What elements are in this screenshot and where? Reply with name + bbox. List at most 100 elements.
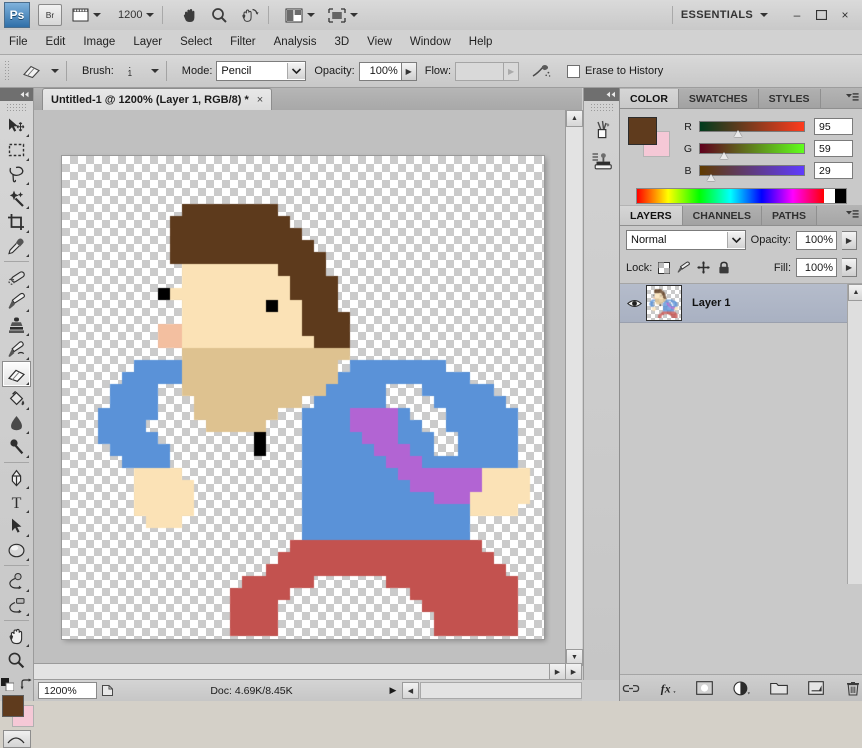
dock-collapse-button[interactable] (584, 88, 619, 101)
workspace-chevron-down-icon[interactable] (760, 13, 768, 17)
hand-flyout-arrow[interactable] (26, 644, 29, 647)
minimize-button[interactable]: – (786, 6, 808, 24)
tab-layers[interactable]: LAYERS (620, 206, 683, 225)
menu-layer[interactable]: Layer (124, 33, 171, 51)
blue-channel-value[interactable]: 29 (814, 162, 853, 179)
current-tool-preset-button[interactable] (15, 59, 47, 83)
ellipse-shape-tool[interactable] (3, 538, 30, 562)
zoom-tool[interactable] (3, 648, 30, 672)
lock-all-button[interactable] (717, 261, 730, 274)
clone-flyout-arrow[interactable] (26, 333, 29, 336)
lock-image-pixels-button[interactable] (677, 261, 690, 274)
layers-list[interactable]: Layer 1 ▲ (620, 283, 862, 584)
red-channel-slider[interactable] (699, 121, 805, 132)
add-layer-mask-button[interactable] (696, 679, 714, 697)
menu-image[interactable]: Image (74, 33, 124, 51)
swap-colors-icon[interactable] (20, 678, 33, 691)
shape-flyout-arrow[interactable] (26, 558, 29, 561)
blue-channel-thumb[interactable] (707, 174, 716, 181)
eraser-flyout-arrow[interactable] (26, 382, 29, 385)
arrange-documents-button[interactable] (282, 3, 318, 27)
layer-name[interactable]: Layer 1 (692, 297, 731, 309)
blue-channel-slider[interactable] (699, 165, 805, 176)
workspace-switcher[interactable]: ESSENTIALS (681, 9, 753, 21)
lock-position-button[interactable] (697, 261, 710, 274)
type-tool[interactable]: T (3, 490, 30, 514)
3d-camera-flyout-arrow[interactable] (26, 613, 29, 616)
white-swatch[interactable] (824, 189, 835, 203)
quick-mask-toggle[interactable] (3, 730, 31, 748)
eraser-tool[interactable] (2, 361, 31, 387)
lasso-flyout-arrow[interactable] (26, 182, 29, 185)
status-menu-button[interactable]: ▶ (386, 685, 400, 696)
blur-flyout-arrow[interactable] (26, 431, 29, 434)
document-canvas-area[interactable]: ▲ ▼ ▶ ▶ (34, 110, 582, 680)
default-colors-icon[interactable] (1, 678, 14, 691)
tab-styles[interactable]: STYLES (759, 89, 821, 108)
pen-flyout-arrow[interactable] (26, 486, 29, 489)
healing-brush-tool[interactable] (3, 265, 30, 289)
brush-preset-picker[interactable]: · 1 (118, 59, 142, 83)
menu-analysis[interactable]: Analysis (265, 33, 326, 51)
pen-tool[interactable] (3, 466, 30, 490)
artboard[interactable] (62, 156, 544, 639)
adjustment-layer-button[interactable] (733, 679, 751, 697)
3d-orbit-camera-tool[interactable] (3, 593, 30, 617)
layer-visibility-toggle[interactable] (626, 295, 642, 311)
status-scroll-left-button[interactable]: ◀ (402, 682, 419, 699)
airbrush-toggle-button[interactable] (525, 59, 557, 83)
dodge-flyout-arrow[interactable] (26, 455, 29, 458)
tool-preset-chevron-down-icon[interactable] (51, 69, 59, 73)
3d-rotate-flyout-arrow[interactable] (26, 589, 29, 592)
3d-rotate-tool[interactable] (3, 569, 30, 593)
foreground-color-swatch[interactable] (2, 695, 24, 717)
color-spectrum-ramp[interactable] (636, 188, 847, 204)
move-tool-flyout-arrow[interactable] (26, 134, 29, 137)
color-panel-foreground-swatch[interactable] (628, 117, 657, 145)
healing-flyout-arrow[interactable] (26, 285, 29, 288)
blend-mode-chevron-down-icon[interactable] (727, 232, 745, 248)
canvas-vertical-scrollbar[interactable]: ▲ ▼ (565, 110, 582, 666)
layers-panel-menu-button[interactable] (846, 209, 859, 220)
layers-scroll-up-button[interactable]: ▲ (848, 284, 862, 301)
menu-3d[interactable]: 3D (325, 33, 358, 51)
gradient-tool[interactable] (3, 387, 30, 411)
rotate-view-tool-button[interactable] (238, 3, 262, 27)
layer-opacity-slider-button[interactable]: ▶ (842, 231, 857, 250)
crop-flyout-arrow[interactable] (26, 230, 29, 233)
maximize-button[interactable] (810, 6, 832, 24)
menu-help[interactable]: Help (460, 33, 502, 51)
brush-chevron-down-icon[interactable] (151, 69, 159, 73)
scroll-right-button[interactable]: ▶ (549, 663, 566, 680)
tab-paths[interactable]: PATHS (762, 206, 817, 225)
pixel-art-canvas[interactable] (62, 156, 544, 639)
eyedropper-flyout-arrow[interactable] (26, 254, 29, 257)
layer-style-button[interactable]: fx (659, 679, 677, 697)
rectangular-marquee-tool[interactable] (3, 138, 30, 162)
tab-swatches[interactable]: SWATCHES (679, 89, 759, 108)
menu-filter[interactable]: Filter (221, 33, 265, 51)
move-tool[interactable] (3, 114, 30, 138)
magic-wand-tool[interactable] (3, 186, 30, 210)
tools-panel-gripper[interactable] (6, 103, 27, 112)
menu-window[interactable]: Window (401, 33, 460, 51)
status-scroll-track[interactable] (420, 682, 582, 699)
history-brush-flyout-arrow[interactable] (26, 357, 29, 360)
close-button[interactable]: × (834, 6, 856, 24)
color-panel-menu-button[interactable] (846, 92, 859, 103)
tab-color[interactable]: COLOR (620, 89, 679, 108)
green-channel-thumb[interactable] (720, 152, 729, 159)
magic-wand-flyout-arrow[interactable] (26, 206, 29, 209)
close-document-icon[interactable]: × (257, 94, 263, 106)
canvas-horizontal-scrollbar[interactable]: ▶ ▶ (34, 663, 582, 680)
view-extras-button[interactable] (69, 3, 104, 27)
black-swatch[interactable] (835, 189, 846, 203)
screen-mode-button[interactable] (325, 3, 361, 27)
history-panel-button[interactable] (588, 116, 616, 144)
brush-tool[interactable] (3, 289, 30, 313)
erase-to-history-checkbox[interactable] (567, 65, 580, 78)
lock-transparent-pixels-button[interactable] (657, 261, 670, 274)
options-bar-gripper[interactable] (4, 60, 10, 82)
layers-list-scrollbar[interactable]: ▲ (847, 284, 862, 584)
path-selection-tool[interactable] (3, 514, 30, 538)
